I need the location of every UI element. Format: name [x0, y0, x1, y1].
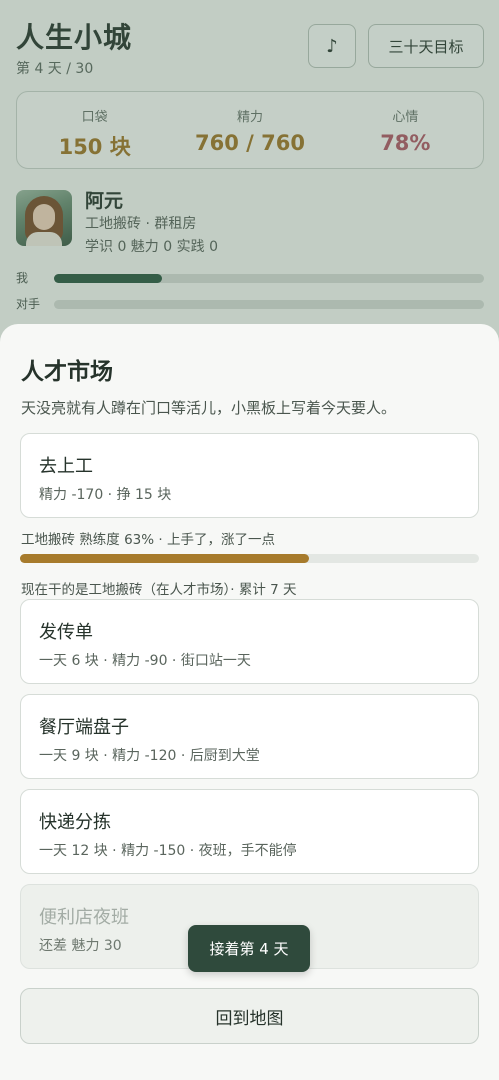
job-option-title: 快递分拣	[39, 812, 111, 833]
job-option-title: 便利店夜班	[39, 907, 129, 928]
job-option-sub: 一天 12 块 · 精力 -150 · 夜班，手不能停	[39, 843, 297, 859]
go-to-work-sub: 精力 -170 · 挣 15 块	[39, 487, 172, 503]
sheet-title: 人才市场	[21, 359, 113, 385]
job-option-flyers[interactable]: 发传单 一天 6 块 · 精力 -90 · 街口站一天	[20, 599, 479, 684]
job-option-sub: 一天 6 块 · 精力 -90 · 街口站一天	[39, 653, 251, 669]
back-to-map-button[interactable]: 回到地图	[20, 988, 479, 1044]
go-to-work-title: 去上工	[39, 456, 93, 477]
job-option-waiter[interactable]: 餐厅端盘子 一天 9 块 · 精力 -120 · 后厨到大堂	[20, 694, 479, 779]
skill-proficiency-text: 工地搬砖 熟练度 63% · 上手了，涨了一点	[21, 532, 275, 548]
job-option-sub: 一天 9 块 · 精力 -120 · 后厨到大堂	[39, 748, 260, 764]
go-to-work-button[interactable]: 去上工 精力 -170 · 挣 15 块	[20, 433, 479, 518]
skill-progress-track	[20, 554, 479, 563]
current-job-text: 现在干的是工地搬砖（在人才市场）· 累计 7 天	[21, 582, 297, 598]
job-option-requirement: 还差 魅力 30	[39, 938, 122, 954]
skill-progress-fill	[20, 554, 310, 563]
toast-message: 接着第 4 天	[188, 925, 310, 972]
job-option-courier-sorting[interactable]: 快递分拣 一天 12 块 · 精力 -150 · 夜班，手不能停	[20, 789, 479, 874]
job-option-title: 发传单	[39, 622, 93, 643]
sheet-description: 天没亮就有人蹲在门口等活儿，小黑板上写着今天要人。	[21, 399, 397, 417]
job-option-title: 餐厅端盘子	[39, 717, 129, 738]
